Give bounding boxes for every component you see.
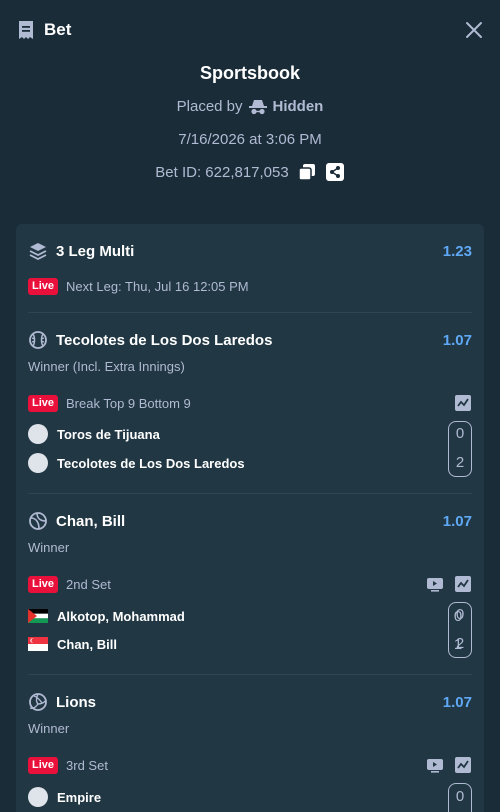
team-name: Empire	[57, 789, 102, 805]
flag-palestine-icon	[28, 609, 48, 623]
player-name: Chan, Bill	[57, 636, 117, 652]
placed-by: Placed by Hidden	[0, 98, 500, 115]
bet-date: 7/16/2026 at 3:06 PM	[178, 131, 322, 148]
close-icon[interactable]	[462, 18, 486, 42]
leg-header[interactable]: Lions 1.07	[28, 691, 472, 713]
team-score: 2	[455, 454, 465, 471]
multi-odds: 1.23	[442, 242, 472, 260]
divider	[28, 493, 472, 494]
team-row: Toros de Tijuana	[28, 423, 472, 445]
incognito-icon	[248, 99, 267, 115]
divider	[28, 674, 472, 675]
live-badge: Live	[28, 394, 59, 412]
leg-market: Winner	[28, 540, 70, 555]
leg-header[interactable]: Chan, Bill 1.07	[28, 510, 472, 532]
tennis-ball-icon	[28, 511, 48, 531]
leg-header[interactable]: Tecolotes de Los Dos Laredos 1.07	[28, 329, 472, 351]
team-row: Empire	[28, 786, 472, 808]
player-name: Alkotop, Mohammad	[57, 608, 185, 624]
team-score: 0	[455, 425, 465, 442]
team-name: Toros de Tijuana	[57, 426, 160, 442]
leg-live-line: Live 2nd Set	[28, 574, 472, 594]
player-row: Chan, Bill 1	[28, 633, 472, 655]
layers-icon	[28, 241, 48, 261]
modal-header: Bet	[0, 0, 500, 60]
match-status: Break Top 9 Bottom 9	[66, 395, 191, 411]
leg-odds: 1.07	[442, 693, 472, 711]
live-stream-icon[interactable]	[426, 575, 444, 593]
live-badge: Live	[28, 756, 59, 774]
team-logo	[28, 424, 48, 444]
stats-chart-icon[interactable]	[454, 394, 472, 412]
team-name: Tecolotes de Los Dos Laredos	[57, 455, 245, 471]
placed-by-user[interactable]: Hidden	[273, 98, 324, 115]
live-badge: Live	[28, 575, 59, 593]
leg-live-line: Live Break Top 9 Bottom 9	[28, 393, 472, 413]
leg-title: Chan, Bill	[56, 512, 126, 530]
leg-title: Lions	[56, 693, 96, 711]
multi-title: 3 Leg Multi	[56, 242, 135, 260]
leg-odds: 1.07	[442, 331, 472, 349]
match-status: 3rd Set	[66, 757, 108, 773]
team-logo	[28, 787, 48, 807]
match-status: 2nd Set	[66, 576, 111, 592]
volleyball-icon	[28, 692, 48, 712]
multi-header: 3 Leg Multi 1.23	[28, 240, 472, 262]
bet-card: 3 Leg Multi 1.23 Live Next Leg: Thu, Jul…	[16, 224, 484, 812]
live-stream-icon[interactable]	[426, 756, 444, 774]
multi-live-line: Live Next Leg: Thu, Jul 16 12:05 PM	[28, 276, 472, 296]
player-score: 0	[455, 606, 465, 623]
leg-title: Tecolotes de Los Dos Laredos	[56, 331, 273, 349]
team-score: 0	[455, 788, 465, 805]
leg-market: Winner (Incl. Extra Innings)	[28, 359, 185, 374]
sportsbook-title: Sportsbook	[199, 63, 300, 83]
leg-live-line: Live 3rd Set	[28, 755, 472, 775]
next-leg: Next Leg: Thu, Jul 16 12:05 PM	[66, 278, 249, 294]
team-logo	[28, 453, 48, 473]
player-row: Alkotop, Mohammad 0	[28, 605, 472, 627]
divider	[28, 312, 472, 313]
placed-by-label: Placed by	[176, 98, 243, 115]
bet-id-row: Bet ID: 622,817,053	[0, 162, 500, 182]
flag-singapore-icon	[28, 637, 48, 651]
bet-id: Bet ID: 622,817,053	[155, 163, 289, 181]
player-score: 2	[455, 635, 465, 652]
stats-chart-icon[interactable]	[454, 756, 472, 774]
share-icon[interactable]	[325, 162, 345, 182]
modal-title: Bet	[44, 20, 72, 39]
copy-icon[interactable]	[297, 162, 317, 182]
leg-odds: 1.07	[442, 512, 472, 530]
stats-chart-icon[interactable]	[454, 575, 472, 593]
team-row: Tecolotes de Los Dos Laredos	[28, 452, 472, 474]
leg-market: Winner	[28, 721, 70, 736]
receipt-icon	[16, 20, 36, 40]
live-badge: Live	[28, 277, 59, 295]
baseball-icon	[28, 330, 48, 350]
